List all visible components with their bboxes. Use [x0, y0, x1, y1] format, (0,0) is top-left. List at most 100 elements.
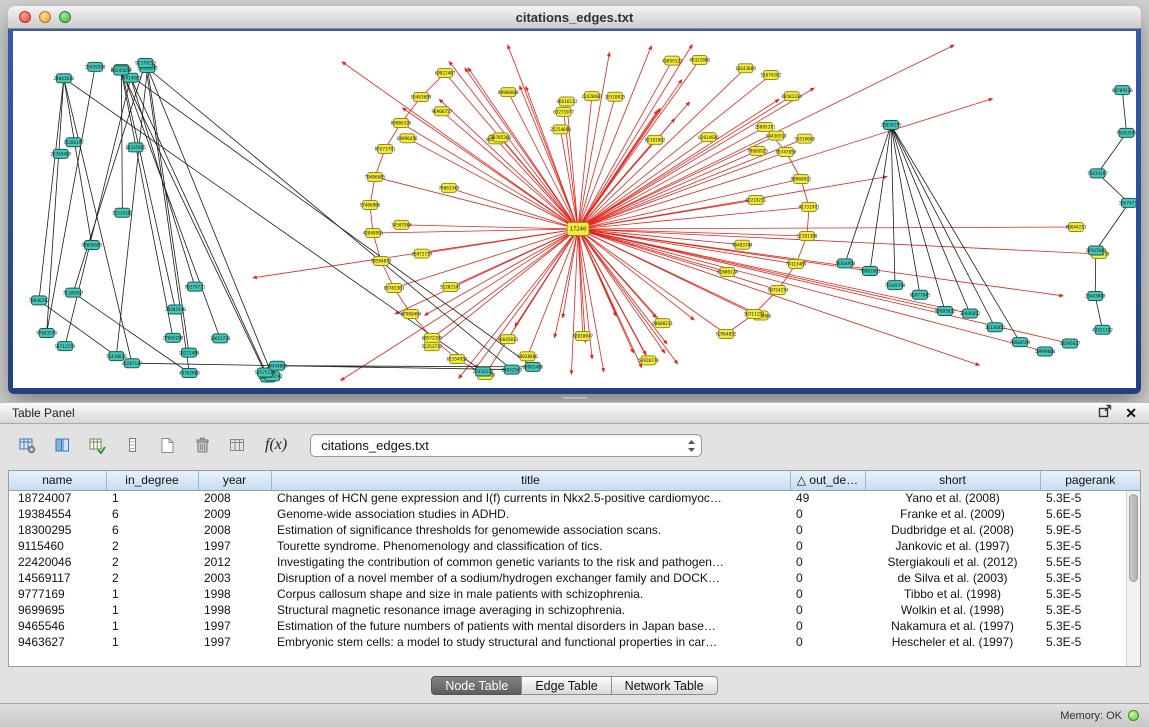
table-row[interactable]: 946362711997Embryonic stem cells: a mode…	[9, 634, 1140, 650]
network-canvas[interactable]: 9040378481806124190850066968031153928778…	[13, 31, 1136, 388]
table-row[interactable]: 1830029562008Estimation of significance …	[9, 522, 1140, 538]
svg-text:24381940: 24381940	[165, 307, 186, 313]
svg-text:79666923: 79666923	[747, 149, 768, 155]
svg-text:14028066: 14028066	[517, 354, 538, 360]
svg-text:26972739: 26972739	[411, 251, 432, 257]
svg-text:58785368: 58785368	[490, 135, 511, 141]
svg-text:25254698: 25254698	[550, 127, 571, 133]
network-graph[interactable]: 9040378481806124190850066968031153928778…	[13, 31, 1136, 388]
column-header-name[interactable]: name	[9, 471, 106, 490]
table-cell: 2008	[198, 522, 271, 538]
column-header-out_de[interactable]: △ out_de…	[790, 471, 865, 490]
float-panel-icon[interactable]	[1098, 404, 1112, 423]
minimize-window-button[interactable]	[39, 11, 51, 23]
svg-text:36711153: 36711153	[744, 312, 765, 318]
column-header-pagerank[interactable]: pagerank	[1040, 471, 1140, 490]
table-cell: 9465546	[9, 618, 106, 634]
svg-text:89086326: 89086326	[391, 121, 412, 127]
table-cell: Hescheler et al. (1997)	[865, 634, 1040, 650]
table-options-icon[interactable]	[14, 432, 40, 458]
zoom-window-button[interactable]	[59, 11, 71, 23]
table-row[interactable]: 911546021997Tourette syndrome. Phenomeno…	[9, 538, 1140, 554]
column-header-short[interactable]: short	[865, 471, 1040, 490]
svg-text:54436510: 54436510	[766, 133, 787, 139]
svg-text:42848991: 42848991	[363, 231, 384, 237]
svg-text:79406685: 79406685	[365, 175, 386, 181]
table-cell: 0	[790, 522, 865, 538]
svg-text:72046542: 72046542	[29, 298, 50, 304]
table-row[interactable]: 1872400712008Changes of HCN gene express…	[9, 490, 1140, 506]
svg-text:74063349: 74063349	[439, 186, 460, 192]
table-row[interactable]: 946554611997Estimation of the future num…	[9, 618, 1140, 634]
column-header-title[interactable]: title	[271, 471, 790, 490]
table-cell: 5.5E-5	[1040, 554, 1140, 570]
edit-table-icon[interactable]	[84, 432, 110, 458]
svg-text:61554932: 61554932	[447, 357, 468, 363]
svg-text:17240: 17240	[570, 227, 587, 233]
svg-text:68572105: 68572105	[422, 336, 443, 342]
table-cell: 1998	[198, 602, 271, 618]
svg-text:22420687: 22420687	[582, 94, 603, 100]
toolbar-icon-group	[14, 432, 250, 458]
svg-text:18651778: 18651778	[210, 336, 231, 342]
combo-arrows-icon	[687, 439, 696, 456]
delete-table-icon[interactable]	[189, 432, 215, 458]
show-columns-icon[interactable]	[49, 432, 75, 458]
table-row[interactable]: 2242004622012Investigating the contribut…	[9, 554, 1140, 570]
svg-text:16674730: 16674730	[1119, 201, 1136, 207]
table-cell: Wolkin et al. (1998)	[865, 602, 1040, 618]
table-cell: 1	[106, 602, 198, 618]
svg-text:89960608: 89960608	[498, 90, 519, 96]
panel-splitter[interactable]	[0, 394, 1149, 402]
close-panel-icon[interactable]: ✕	[1125, 406, 1137, 420]
svg-text:82010047: 82010047	[572, 334, 593, 340]
svg-text:96645813: 96645813	[497, 337, 518, 343]
import-table-icon[interactable]	[224, 432, 250, 458]
table-cell: 6	[106, 506, 198, 522]
svg-text:75074187: 75074187	[1087, 171, 1108, 177]
table-row[interactable]: 969969511998Structural magnetic resonanc…	[9, 602, 1140, 618]
table-row[interactable]: 1938455462009Genome-wide association stu…	[9, 506, 1140, 522]
table-cell: 1997	[198, 618, 271, 634]
table-row[interactable]: 1456911722003Disruption of a novel membe…	[9, 570, 1140, 586]
table-cell: Corpus callosum shape and size in male p…	[271, 586, 790, 602]
svg-text:80644213: 80644213	[1066, 225, 1087, 231]
column-header-in_degree[interactable]: in_degree	[106, 471, 198, 490]
table-cell: 14569117	[9, 570, 106, 586]
column-header-year[interactable]: year	[198, 471, 271, 490]
table-selector-dropdown[interactable]: citations_edges.txt	[310, 434, 702, 457]
table-cell: 1997	[198, 538, 271, 554]
single-column-icon[interactable]	[119, 432, 145, 458]
function-builder-button[interactable]: f(x)	[259, 436, 293, 454]
svg-text:62814926: 62814926	[698, 135, 719, 141]
tab-network-table[interactable]: Network Table	[611, 676, 718, 695]
svg-text:76286197: 76286197	[63, 140, 84, 146]
table-selector-value: citations_edges.txt	[321, 438, 429, 453]
new-table-icon[interactable]	[154, 432, 180, 458]
table-cell: 5.3E-5	[1040, 570, 1140, 586]
table-cell: 0	[790, 602, 865, 618]
table-cell: 2	[106, 554, 198, 570]
table-cell: 2008	[198, 490, 271, 506]
table-row[interactable]: 977716911998Corpus callosum shape and si…	[9, 586, 1140, 602]
table-cell: 1997	[198, 634, 271, 650]
table-cell: Changes of HCN gene expression and I(f) …	[271, 490, 790, 506]
table-cell: 9463627	[9, 634, 106, 650]
table-cell: 18724007	[9, 490, 106, 506]
table-cell: 0	[790, 586, 865, 602]
window-titlebar[interactable]: citations_edges.txt	[8, 6, 1141, 29]
svg-text:34832569: 34832569	[501, 367, 522, 373]
svg-text:83783363: 83783363	[384, 286, 405, 292]
tab-edge-table[interactable]: Edge Table	[521, 676, 611, 695]
svg-text:85747858: 85747858	[776, 150, 797, 156]
tab-node-table[interactable]: Node Table	[431, 676, 522, 695]
table-panel-title: Table Panel	[12, 406, 75, 420]
table-header-row: namein_degreeyeartitle△ out_de…shortpage…	[9, 471, 1140, 490]
close-window-button[interactable]	[19, 11, 31, 23]
svg-text:82101082: 82101082	[645, 138, 666, 144]
svg-text:19999006: 19999006	[1035, 349, 1056, 355]
table-scrollbar[interactable]	[1126, 491, 1140, 666]
svg-text:71106567: 71106567	[63, 290, 84, 296]
scrollbar-thumb[interactable]	[1129, 494, 1138, 582]
table-cell: Nakamura et al. (1997)	[865, 618, 1040, 634]
